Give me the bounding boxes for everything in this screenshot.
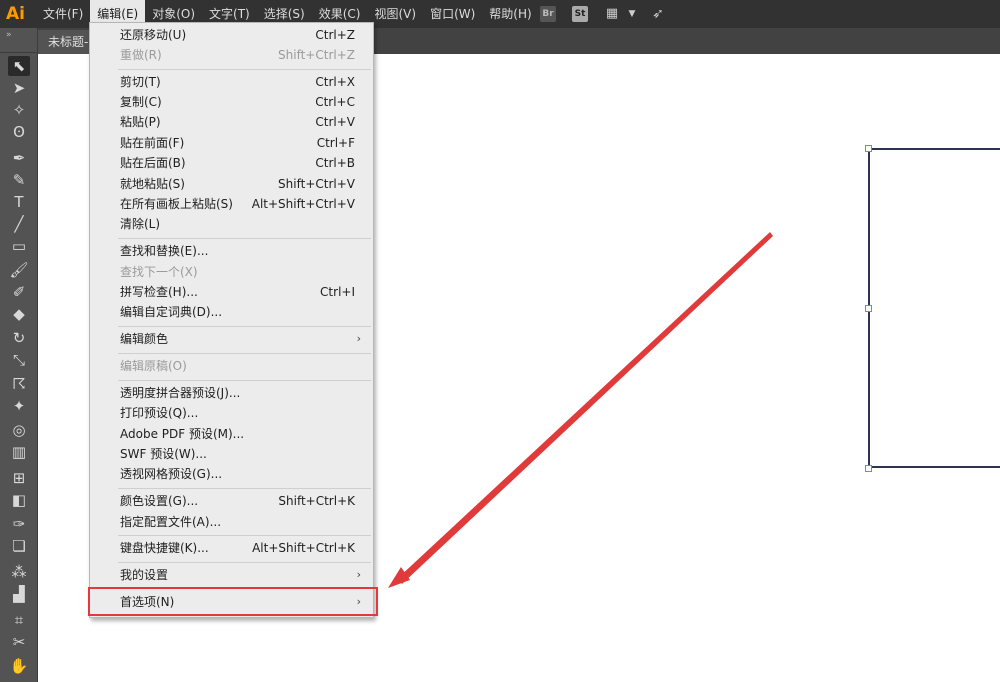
menu-item-my-settings[interactable]: 我的设置 › bbox=[90, 565, 373, 585]
menu-item-edit-colors[interactable]: 编辑颜色 › bbox=[90, 329, 373, 349]
menu-separator bbox=[118, 69, 371, 70]
edit-menu-dropdown: 还原移动(U) Ctrl+Z 重做(R) Shift+Ctrl+Z 剪切(T) Ctr… bbox=[89, 22, 374, 618]
menu-item-find-replace[interactable]: 查找和替换(E)... bbox=[90, 241, 373, 261]
menu-item-keyboard-shortcuts[interactable]: 键盘快捷键(K)... Alt+Shift+Ctrl+K bbox=[90, 538, 373, 558]
menu-separator bbox=[118, 238, 371, 239]
menu-item-transparency-flattener-presets[interactable]: 透明度拼合器预设(J)... bbox=[90, 383, 373, 403]
menu-item-find-next: 查找下一个(X) bbox=[120, 265, 198, 279]
annotation-arrow-shaft bbox=[398, 232, 773, 584]
menu-item-swf-presets[interactable]: SWF 预设(W)... bbox=[90, 444, 373, 464]
menu-item-copy[interactable]: 复制(C) Ctrl+C bbox=[90, 92, 373, 112]
menu-separator bbox=[118, 535, 371, 536]
menu-separator bbox=[118, 326, 371, 327]
menu-item-perspective-grid-presets[interactable]: 透视网格预设(G)... bbox=[90, 464, 373, 484]
menu-item-assign-profile[interactable]: 指定配置文件(A)... bbox=[90, 512, 373, 532]
menu-item-paste-on-all-artboards[interactable]: 在所有画板上粘贴(S) Alt+Shift+Ctrl+V bbox=[90, 194, 373, 214]
menu-separator bbox=[118, 488, 371, 489]
menu-separator bbox=[118, 562, 371, 563]
menu-item-paste-in-front[interactable]: 贴在前面(F) Ctrl+F bbox=[90, 133, 373, 153]
menu-item-adobe-pdf-presets[interactable]: Adobe PDF 预设(M)... bbox=[90, 424, 373, 444]
annotation-highlight-box bbox=[88, 587, 378, 616]
submenu-arrow-icon: › bbox=[356, 332, 361, 345]
menu-item-spell-check[interactable]: 拼写检查(H)... Ctrl+I bbox=[90, 282, 373, 302]
menu-item-edit-original: 编辑原稿(O) bbox=[120, 359, 187, 373]
menu-item-cut[interactable]: 剪切(T) Ctrl+X bbox=[90, 72, 373, 92]
menu-item-paste[interactable]: 粘贴(P) Ctrl+V bbox=[90, 112, 373, 132]
menu-item-paste-in-back[interactable]: 贴在后面(B) Ctrl+B bbox=[90, 153, 373, 173]
menu-item-undo-move[interactable]: 还原移动(U) Ctrl+Z bbox=[90, 25, 373, 45]
submenu-arrow-icon: › bbox=[356, 568, 361, 581]
menu-item-print-presets[interactable]: 打印预设(Q)... bbox=[90, 403, 373, 423]
menu-item-edit-custom-dictionary[interactable]: 编辑自定词典(D)... bbox=[90, 302, 373, 322]
menu-item-redo: 重做(R) Shift+Ctrl+Z bbox=[120, 48, 355, 62]
menu-item-paste-in-place[interactable]: 就地粘贴(S) Shift+Ctrl+V bbox=[90, 174, 373, 194]
menu-item-color-settings[interactable]: 颜色设置(G)... Shift+Ctrl+K bbox=[90, 491, 373, 511]
menu-separator bbox=[118, 380, 371, 381]
menu-item-clear[interactable]: 清除(L) bbox=[90, 214, 373, 234]
menu-separator bbox=[118, 353, 371, 354]
